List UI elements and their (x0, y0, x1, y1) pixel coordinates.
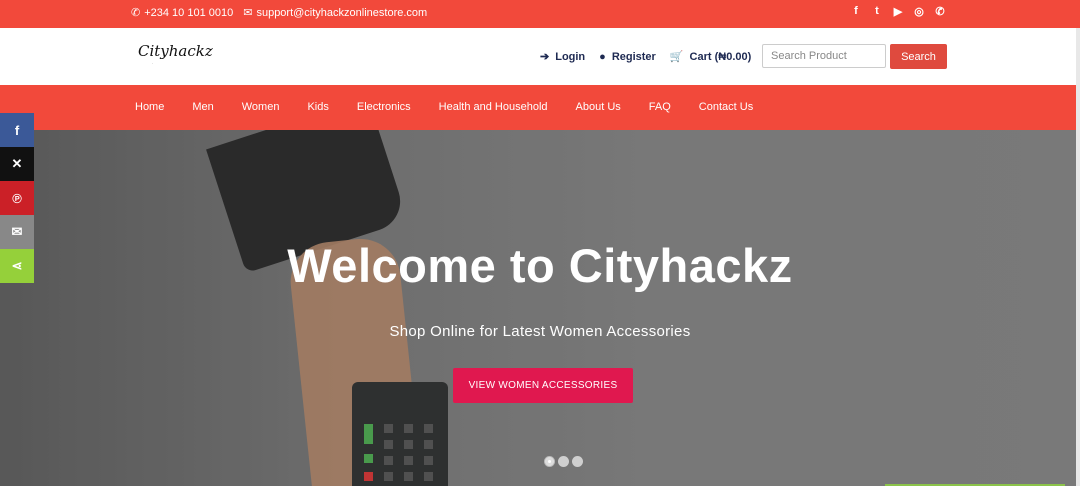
main-nav: Home Men Women Kids Electronics Health a… (0, 85, 1080, 130)
nav-item-about-us[interactable]: About Us (576, 101, 621, 113)
view-women-accessories-button[interactable]: VIEW WOMEN ACCESSORIES (453, 368, 633, 403)
slider-dot-1[interactable] (544, 456, 555, 467)
scrollbar[interactable] (1076, 28, 1080, 486)
mail-icon: ✉ (243, 7, 253, 19)
x-share-button[interactable]: ✕ (0, 147, 34, 181)
slider-dot-3[interactable] (572, 456, 583, 467)
search-input[interactable] (762, 44, 886, 68)
nav-item-health-household[interactable]: Health and Household (439, 101, 548, 113)
nav-item-home[interactable]: Home (135, 101, 164, 113)
cart-link[interactable]: 🛒 Cart (₦0.00) (669, 50, 752, 64)
hero-title: Welcome to Cityhackz (287, 239, 793, 292)
slider-dot-2[interactable] (558, 456, 569, 467)
email-icon: ✉ (11, 224, 23, 239)
login-label: Login (555, 50, 586, 63)
instagram-icon[interactable]: ◎ (913, 5, 925, 18)
facebook-icon[interactable]: f (850, 5, 862, 18)
phone-icon: ✆ (131, 7, 141, 19)
email-share-button[interactable]: ✉ (0, 215, 34, 249)
sign-in-icon: ➔ (540, 51, 550, 63)
site-logo[interactable]: Cityhackz. (138, 42, 213, 65)
whatsapp-icon[interactable]: ✆ (934, 5, 946, 18)
nav-item-electronics[interactable]: Electronics (357, 101, 411, 113)
twitter-icon[interactable]: t (871, 5, 883, 18)
logo-text: Cityhackz (138, 42, 213, 60)
search-button[interactable]: Search (890, 44, 947, 69)
nav-item-faq[interactable]: FAQ (649, 101, 671, 113)
nav-item-women[interactable]: Women (242, 101, 280, 113)
share-icon: ⋖ (11, 258, 23, 273)
pinterest-share-button[interactable]: ℗ (0, 181, 34, 215)
facebook-icon: f (14, 122, 20, 138)
youtube-icon[interactable]: ▶ (892, 5, 904, 18)
social-links: f t ▶ ◎ ✆ (850, 5, 946, 18)
phone-contact[interactable]: ✆ +234 10 101 0010 (131, 6, 234, 20)
pinterest-icon: ℗ (12, 190, 22, 206)
account-links: ➔ Login ● Register 🛒 Cart (₦0.00) (540, 50, 752, 64)
email-address: support@cityhackzonlinestore.com (256, 6, 428, 19)
site-header: Cityhackz. ➔ Login ● Register 🛒 Cart (₦0.00… (0, 28, 1080, 86)
cart-icon: 🛒 (669, 51, 684, 63)
sharethis-share-button[interactable]: ⋖ (0, 249, 34, 283)
slider-dots (544, 456, 583, 467)
hero-subtitle: Shop Online for Latest Women Accessories (389, 323, 691, 340)
phone-number: +234 10 101 0010 (144, 6, 234, 19)
login-link[interactable]: ➔ Login (540, 50, 586, 64)
contact-info: ✆ +234 10 101 0010 ✉ support@cityhackzonli… (131, 6, 428, 20)
share-sidebar: f ✕ ℗ ✉ ⋖ (0, 113, 34, 283)
register-label: Register (611, 50, 656, 63)
nav-item-contact-us[interactable]: Contact Us (699, 101, 753, 113)
nav-item-men[interactable]: Men (192, 101, 213, 113)
nav-item-kids[interactable]: Kids (307, 101, 328, 113)
email-contact[interactable]: ✉ support@cityhackzonlinestore.com (243, 6, 428, 20)
facebook-share-button[interactable]: f (0, 113, 34, 147)
register-link[interactable]: ● Register (599, 50, 656, 63)
hero-slider: Welcome to Cityhackz Shop Online for Lat… (0, 130, 1080, 486)
top-bar: ✆ +234 10 101 0010 ✉ support@cityhackzonli… (0, 0, 1080, 28)
user-icon: ● (599, 50, 606, 63)
cart-label: Cart (₦0.00) (689, 50, 752, 63)
x-icon: ✕ (11, 156, 23, 171)
hero-overlay (0, 130, 1080, 486)
